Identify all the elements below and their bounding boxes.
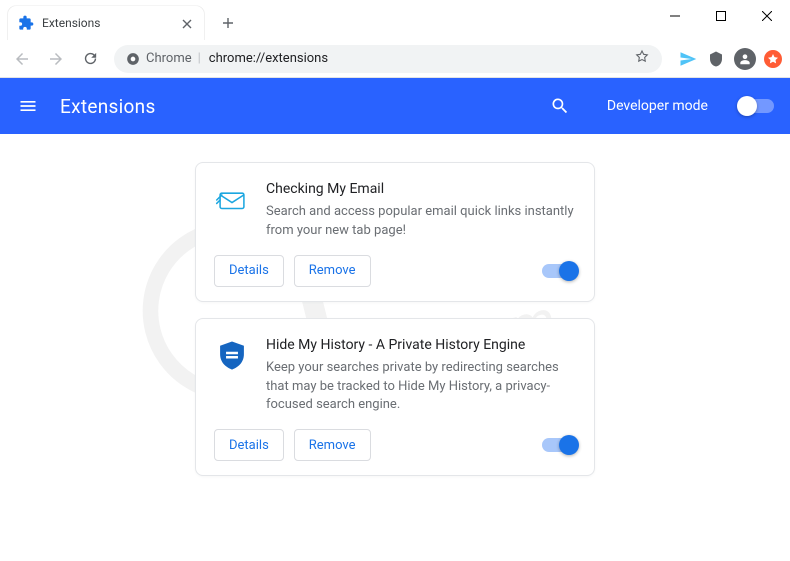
url-text: chrome://extensions <box>209 51 328 66</box>
app-header: Extensions Developer mode <box>0 78 790 134</box>
window-controls <box>652 0 790 32</box>
envelope-icon <box>214 183 250 219</box>
profile-avatar-icon[interactable] <box>734 48 756 70</box>
maximize-button[interactable] <box>698 0 744 32</box>
reload-button[interactable] <box>76 45 104 73</box>
close-window-button[interactable] <box>744 0 790 32</box>
enable-toggle[interactable] <box>542 438 576 452</box>
page-title: Extensions <box>60 95 529 118</box>
chrome-chip: Chrome | <box>126 51 201 66</box>
minimize-button[interactable] <box>652 0 698 32</box>
tab-label: Extensions <box>42 16 172 30</box>
remove-button[interactable]: Remove <box>294 429 371 461</box>
close-icon[interactable] <box>180 16 194 30</box>
address-bar[interactable]: Chrome | chrome://extensions <box>114 45 662 73</box>
developer-mode-label: Developer mode <box>607 98 708 114</box>
extension-card: Hide My History - A Private History Engi… <box>195 318 595 477</box>
forward-button[interactable] <box>42 45 70 73</box>
developer-mode-toggle[interactable] <box>740 99 774 113</box>
title-bar: Extensions <box>0 0 790 40</box>
shield-icon[interactable] <box>706 49 726 69</box>
extension-name: Checking My Email <box>266 181 576 197</box>
new-tab-button[interactable] <box>214 9 242 37</box>
menu-icon[interactable] <box>16 94 40 118</box>
bookmark-star-icon[interactable] <box>634 49 650 69</box>
history-shield-icon <box>214 339 250 375</box>
extension-actions <box>672 48 782 70</box>
extension-card: Checking My Email Search and access popu… <box>195 162 595 302</box>
details-button[interactable]: Details <box>214 429 284 461</box>
extension-description: Search and access popular email quick li… <box>266 203 576 241</box>
extension-description: Keep your searches private by redirectin… <box>266 359 576 416</box>
send-icon[interactable] <box>678 49 698 69</box>
browser-tab[interactable]: Extensions <box>8 6 204 40</box>
nav-bar: Chrome | chrome://extensions <box>0 40 790 78</box>
extension-badge-icon[interactable] <box>764 50 782 68</box>
back-button[interactable] <box>8 45 36 73</box>
puzzle-icon <box>18 15 34 31</box>
enable-toggle[interactable] <box>542 264 576 278</box>
search-icon[interactable] <box>549 95 571 117</box>
chip-label: Chrome <box>146 51 192 66</box>
extension-name: Hide My History - A Private History Engi… <box>266 337 576 353</box>
details-button[interactable]: Details <box>214 255 284 287</box>
extensions-list: Checking My Email Search and access popu… <box>0 134 790 561</box>
remove-button[interactable]: Remove <box>294 255 371 287</box>
